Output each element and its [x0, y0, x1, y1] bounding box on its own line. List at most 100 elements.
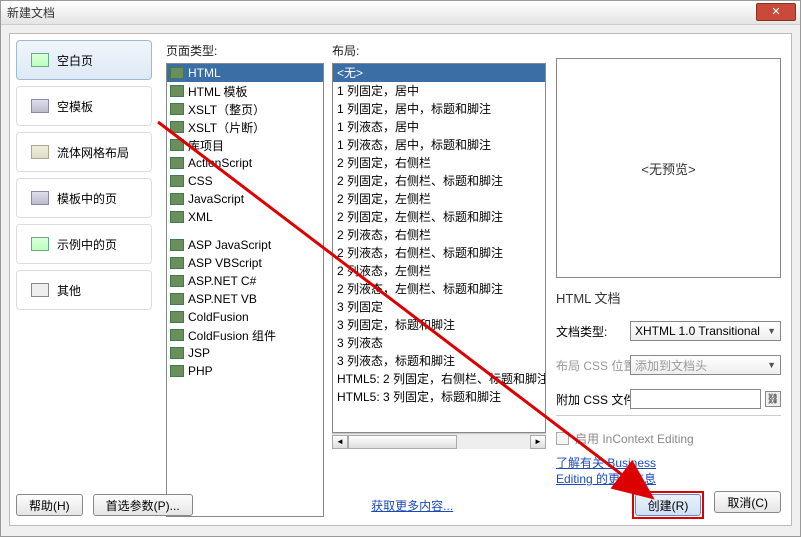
page-type-list[interactable]: HTMLHTML 模板XSLT（整页）XSLT（片断）库项目 ActionScri… — [166, 63, 324, 517]
file-icon — [170, 67, 184, 79]
page-type-item[interactable]: ColdFusion 组件 — [167, 326, 323, 344]
chevron-down-icon: ▼ — [767, 326, 776, 336]
page-type-item[interactable]: CSS — [167, 172, 323, 190]
file-icon — [170, 239, 184, 251]
incontext-checkbox[interactable] — [556, 432, 569, 445]
help-button[interactable]: 帮助(H) — [16, 494, 83, 516]
more-info-link-block: 了解有关 BusinessEditing 的更多信息 — [556, 455, 781, 487]
css-position-label: 布局 CSS 位置: — [556, 357, 626, 374]
file-icon — [170, 175, 184, 187]
page-type-label: XSLT（片断） — [188, 119, 265, 136]
page-type-label: ColdFusion — [188, 310, 249, 324]
sidebar-item-label: 其他 — [57, 282, 81, 299]
page-type-item[interactable]: XSLT（整页） — [167, 100, 323, 118]
scroll-left-button[interactable]: ◄ — [332, 435, 348, 449]
sidebar-item-other[interactable]: 其他 — [16, 270, 152, 310]
page-type-item[interactable]: HTML — [167, 64, 323, 82]
attach-css-icon[interactable]: ⛓ — [765, 391, 781, 407]
create-button-highlight: 创建(R) — [632, 491, 705, 519]
layout-item[interactable]: 2 列固定，左侧栏 — [333, 190, 545, 208]
sidebar-item-page-from-template[interactable]: 模板中的页 — [16, 178, 152, 218]
dialog-body: 空白页 空模板 流体网格布局 模板中的页 示例中的页 其他 — [9, 33, 792, 526]
page-type-column: 页面类型: HTMLHTML 模板XSLT（整页）XSLT（片断）库项目 Acti… — [166, 40, 324, 485]
layout-item[interactable]: 1 列固定，居中，标题和脚注 — [333, 100, 545, 118]
layout-item[interactable]: 2 列固定，右侧栏 — [333, 154, 545, 172]
page-type-label: CSS — [188, 174, 213, 188]
sidebar-item-blank-page[interactable]: 空白页 — [16, 40, 152, 80]
layout-column: 布局: <无>1 列固定，居中1 列固定，居中，标题和脚注1 列液态，居中1 列… — [332, 40, 546, 485]
layout-item[interactable]: 2 列液态，右侧栏 — [333, 226, 545, 244]
preview-box: <无预览> — [556, 58, 781, 278]
page-type-item[interactable]: ASP VBScript — [167, 254, 323, 272]
layout-item[interactable]: 2 列液态，左侧栏 — [333, 262, 545, 280]
css-position-row: 布局 CSS 位置: 添加到文档头 ▼ — [556, 355, 781, 375]
page-type-item[interactable]: ASP.NET VB — [167, 290, 323, 308]
layout-item[interactable]: 3 列液态，标题和脚注 — [333, 352, 545, 370]
page-type-item[interactable]: HTML 模板 — [167, 82, 323, 100]
layout-item[interactable]: 1 列液态，居中 — [333, 118, 545, 136]
file-icon — [170, 275, 184, 287]
business-editing-link[interactable]: 了解有关 BusinessEditing 的更多信息 — [556, 456, 656, 486]
sidebar-item-label: 示例中的页 — [57, 236, 117, 253]
page-type-label: JavaScript — [188, 192, 244, 206]
cancel-button[interactable]: 取消(C) — [714, 491, 781, 513]
doctype-select[interactable]: XHTML 1.0 Transitional ▼ — [630, 321, 781, 341]
category-sidebar: 空白页 空模板 流体网格布局 模板中的页 示例中的页 其他 — [16, 40, 152, 485]
page-type-label: 库项目 — [188, 137, 224, 154]
scroll-thumb[interactable] — [348, 435, 457, 449]
page-type-label: JSP — [188, 346, 210, 360]
page-type-label: ASP JavaScript — [188, 238, 271, 252]
page-type-item[interactable]: XSLT（片断） — [167, 118, 323, 136]
file-icon — [170, 121, 184, 133]
layout-item[interactable]: 3 列固定，标题和脚注 — [333, 316, 545, 334]
page-type-item[interactable]: JavaScript — [167, 190, 323, 208]
page-type-item[interactable]: ASP.NET C# — [167, 272, 323, 290]
page-type-label: XML — [188, 210, 213, 224]
layout-item[interactable]: <无> — [333, 64, 545, 82]
preferences-button[interactable]: 首选参数(P)... — [93, 494, 193, 516]
layout-item[interactable]: HTML5: 3 列固定，标题和脚注 — [333, 388, 545, 406]
sidebar-item-page-from-sample[interactable]: 示例中的页 — [16, 224, 152, 264]
page-type-item[interactable]: JSP — [167, 344, 323, 362]
sidebar-item-label: 流体网格布局 — [57, 144, 129, 161]
layout-list[interactable]: <无>1 列固定，居中1 列固定，居中，标题和脚注1 列液态，居中1 列液态，居… — [332, 63, 546, 433]
layout-item[interactable]: 2 列液态，右侧栏、标题和脚注 — [333, 244, 545, 262]
layout-item[interactable]: 2 列固定，右侧栏、标题和脚注 — [333, 172, 545, 190]
page-type-label: ActionScript — [188, 156, 252, 170]
page-type-item[interactable]: XML — [167, 208, 323, 226]
layout-item[interactable]: 1 列液态，居中，标题和脚注 — [333, 136, 545, 154]
layout-item[interactable]: 2 列固定，左侧栏、标题和脚注 — [333, 208, 545, 226]
sidebar-item-label: 模板中的页 — [57, 190, 117, 207]
file-icon — [170, 103, 184, 115]
page-type-item[interactable]: ActionScript — [167, 154, 323, 172]
scroll-right-button[interactable]: ► — [530, 435, 546, 449]
doctype-label: 文档类型: — [556, 323, 626, 340]
layout-item[interactable]: 3 列液态 — [333, 334, 545, 352]
layout-item[interactable]: 1 列固定，居中 — [333, 82, 545, 100]
close-button[interactable]: ✕ — [756, 3, 796, 21]
layout-item[interactable]: 3 列固定 — [333, 298, 545, 316]
file-icon — [170, 311, 184, 323]
sidebar-item-fluid-grid[interactable]: 流体网格布局 — [16, 132, 152, 172]
page-icon — [31, 145, 49, 159]
titlebar[interactable]: 新建文档 ✕ — [1, 1, 800, 25]
layout-item[interactable]: 2 列液态，左侧栏、标题和脚注 — [333, 280, 545, 298]
page-type-header: 页面类型: — [166, 40, 324, 63]
page-type-item[interactable]: ASP JavaScript — [167, 236, 323, 254]
bottom-bar: 帮助(H) 首选参数(P)... 获取更多内容... 创建(R) 取消(C) — [16, 491, 781, 519]
page-icon — [31, 191, 49, 205]
page-type-label: HTML 模板 — [188, 83, 248, 100]
scroll-track[interactable] — [348, 435, 530, 449]
layout-scrollbar-horizontal[interactable]: ◄ ► — [332, 433, 546, 449]
page-type-item[interactable]: ColdFusion — [167, 308, 323, 326]
layout-item[interactable]: HTML5: 2 列固定，右侧栏、标题和脚注 — [333, 370, 545, 388]
page-type-item[interactable]: PHP — [167, 362, 323, 380]
doctype-value: XHTML 1.0 Transitional — [635, 324, 760, 338]
page-type-item[interactable]: 库项目 — [167, 136, 323, 154]
file-icon — [170, 257, 184, 269]
attach-css-field[interactable] — [630, 389, 761, 409]
get-more-content-link[interactable]: 获取更多内容... — [371, 499, 453, 513]
css-position-value: 添加到文档头 — [635, 357, 707, 374]
create-button[interactable]: 创建(R) — [635, 494, 702, 516]
sidebar-item-blank-template[interactable]: 空模板 — [16, 86, 152, 126]
